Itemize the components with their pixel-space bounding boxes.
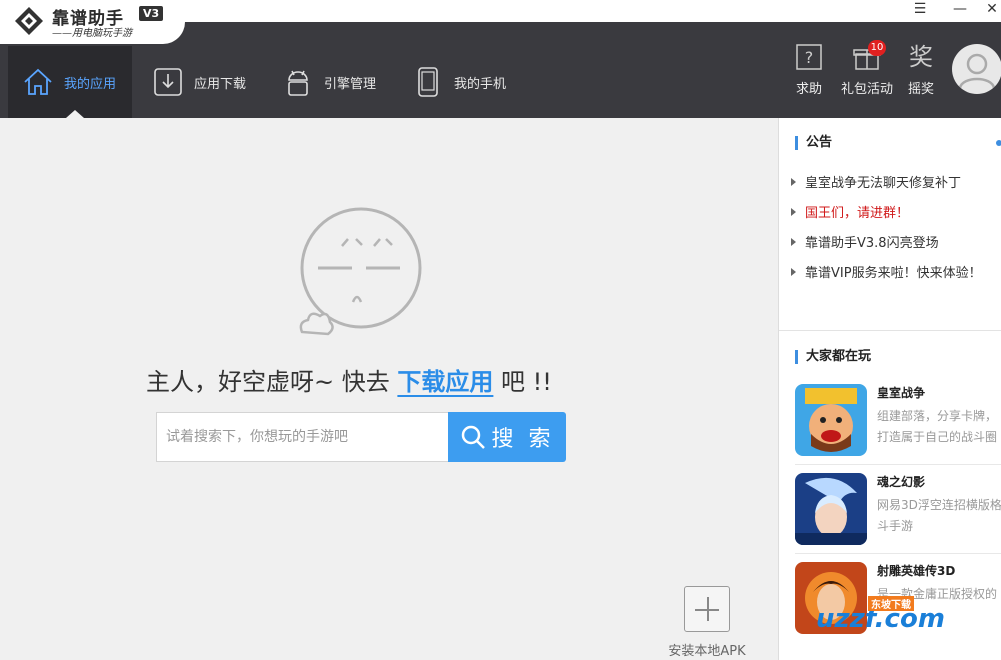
carousel-dots [878, 654, 917, 660]
game-item-soul-phantom[interactable]: 魂之幻影 网易3D浮空连招横版格斗手游 [793, 473, 1001, 555]
game-name: 射雕英雄传3D [877, 564, 956, 578]
home-icon [24, 68, 52, 95]
download-icon [154, 68, 182, 96]
search-icon [461, 425, 485, 449]
tab-label: 引擎管理 [324, 76, 377, 92]
site-watermark: uzzf.com 东坡下载 [816, 596, 945, 634]
gift-count-badge: 10 [868, 40, 886, 56]
lottery-button[interactable]: 奖 摇奖 [899, 42, 943, 97]
game-item-clash-royale[interactable]: 皇室战争 组建部落，分享卡牌，打造属于自己的战斗圈 [793, 384, 1001, 466]
game-divider [795, 553, 1001, 554]
empty-message-text: 主人，好空虚呀~ 快去 [146, 368, 390, 396]
search-input[interactable]: 试着搜索下，你想玩的手游吧 [156, 412, 448, 462]
game-name: 皇室战争 [877, 386, 926, 400]
user-icon [958, 53, 996, 89]
install-apk-label: 安装本地APK [668, 644, 746, 659]
gift-button[interactable]: 10 礼包活动 [838, 40, 896, 97]
game-thumbnail [795, 384, 867, 456]
search-button-label: 搜 索 [491, 427, 555, 452]
svg-text:?: ? [805, 48, 814, 67]
tab-app-download[interactable]: 应用下载 [138, 46, 262, 118]
search-button[interactable]: 搜 索 [448, 412, 566, 462]
app-logo-area: 靠谱助手 V3 ——用电脑玩手游 [0, 0, 185, 44]
tool-label: 摇奖 [907, 82, 934, 97]
active-tab-caret [66, 110, 84, 118]
tab-label: 应用下载 [194, 76, 247, 92]
notice-item[interactable]: 国王们，请进群！ [791, 202, 909, 221]
empty-message: 主人，好空虚呀~ 快去 下载应用 吧 !! [146, 362, 552, 397]
lottery-icon: 奖 [909, 43, 933, 71]
section-divider [779, 330, 1001, 331]
tab-label: 我的应用 [64, 76, 117, 92]
help-button[interactable]: ? 求助 [787, 42, 831, 97]
game-name: 魂之幻影 [877, 475, 926, 489]
notice-item[interactable]: 靠谱VIP服务来啦！快来体验！ [791, 262, 982, 281]
install-local-apk-button[interactable]: 安装本地APK [664, 586, 750, 659]
download-apps-link[interactable]: 下载应用 [397, 368, 493, 396]
watermark-tag: 东坡下载 [868, 596, 914, 611]
plus-icon [684, 586, 730, 632]
right-sidebar: 公告 皇室战争无法聊天修复补丁 国王们，请进群！ 靠谱助手V3.8闪亮登场 靠谱… [778, 118, 1001, 660]
app-logo-icon [15, 7, 43, 35]
tab-my-apps[interactable]: 我的应用 [8, 46, 132, 118]
app-version-badge: V3 [139, 6, 164, 21]
tab-my-phone[interactable]: 我的手机 [398, 46, 522, 118]
close-button[interactable]: ✕ [977, 0, 1001, 20]
notice-title: 公告 [795, 136, 832, 150]
empty-message-suffix: 吧 !! [501, 368, 552, 396]
scroll-indicator-dot [996, 140, 1001, 146]
user-avatar[interactable] [952, 44, 1001, 94]
tool-label: 求助 [795, 82, 822, 97]
empty-face-icon [299, 207, 422, 336]
game-description: 网易3D浮空连招横版格斗手游 [877, 498, 1001, 533]
tab-engine-manage[interactable]: 引擎管理 [268, 46, 392, 118]
tool-label: 礼包活动 [840, 82, 893, 97]
game-description: 组建部落，分享卡牌，打造属于自己的战斗圈 [877, 409, 998, 444]
app-slogan: ——用电脑玩手游 [52, 28, 132, 39]
popular-title: 大家都在玩 [795, 350, 871, 364]
game-thumbnail [795, 473, 867, 545]
minimize-button[interactable]: — [945, 0, 975, 20]
help-icon: ? [796, 44, 822, 70]
notice-item[interactable]: 靠谱助手V3.8闪亮登场 [791, 232, 939, 251]
menu-button[interactable]: ☰ [905, 0, 935, 20]
android-icon [288, 70, 308, 96]
game-divider [795, 464, 1001, 465]
notice-item[interactable]: 皇室战争无法聊天修复补丁 [791, 172, 961, 191]
phone-icon [418, 67, 438, 97]
tab-label: 我的手机 [454, 76, 507, 92]
